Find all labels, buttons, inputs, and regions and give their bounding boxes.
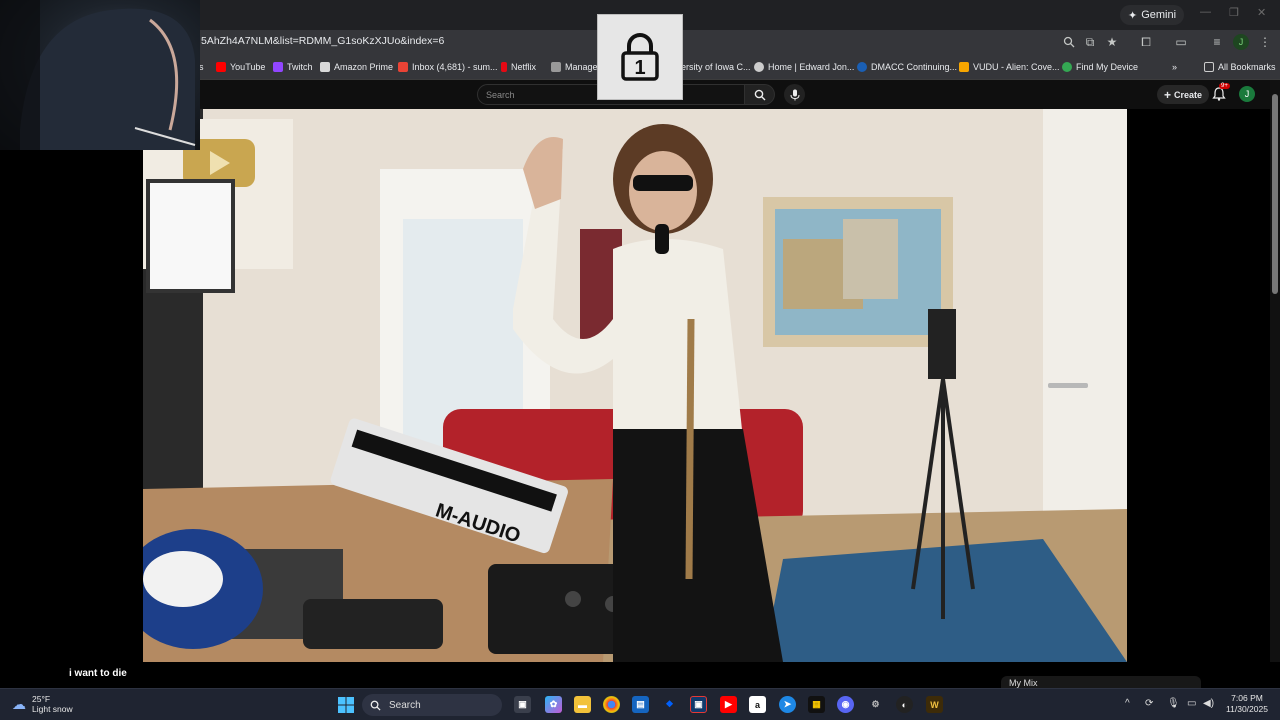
search-icon [370, 700, 381, 711]
file-explorer-icon[interactable]: ▬ [574, 696, 591, 713]
voice-search-button[interactable] [784, 84, 805, 105]
chrome-icon[interactable] [603, 696, 620, 713]
youtube-favicon-icon [216, 62, 226, 72]
store-icon[interactable]: ▤ [632, 696, 649, 713]
page-scrollbar[interactable] [1270, 80, 1280, 662]
lock-icon: 1 [621, 33, 659, 81]
amazon-favicon-icon [320, 62, 330, 72]
bookmark-vudu[interactable]: VUDU - Alien: Cove... [959, 59, 1060, 75]
scrollbar-thumb[interactable] [1272, 94, 1278, 294]
globe-icon [754, 62, 764, 72]
webcam-image [0, 0, 196, 151]
webcam-overlay [0, 0, 200, 151]
messenger-icon[interactable]: ➤ [779, 696, 796, 713]
dropbox-icon[interactable]: ❖ [661, 696, 678, 713]
bookmark-youtube[interactable]: YouTube [216, 59, 265, 75]
more-menu-icon[interactable]: ⋮ [1256, 33, 1274, 51]
tray-overflow-icon[interactable]: ^ [1125, 698, 1130, 709]
screen: ✦ Gemini — ❐ ✕ 5AhZh4A7NLM&list=RDMM_G1s… [0, 0, 1280, 720]
create-button[interactable]: + Create [1157, 85, 1210, 104]
microphone-icon [790, 89, 799, 100]
youtube-app-icon[interactable]: ▶ [720, 696, 737, 713]
volume-icon[interactable]: ◀) [1203, 698, 1214, 709]
my-mix-panel[interactable]: My Mix [1001, 676, 1201, 688]
vudu-favicon-icon [959, 62, 969, 72]
snow-cloud-icon: ☁ [12, 695, 26, 712]
bookmark-dmacc[interactable]: DMACC Continuing... [857, 59, 957, 75]
bookmark-edward-jones[interactable]: Home | Edward Jon... [754, 59, 854, 75]
video-caption: i want to die [69, 668, 127, 679]
cast-icon[interactable]: ⧉ [1081, 33, 1099, 51]
close-icon[interactable]: ✕ [1257, 6, 1266, 19]
microphone-icon[interactable]: 🎙 [1167, 698, 1180, 709]
app-icon[interactable]: ▣ [690, 696, 707, 713]
zoom-icon[interactable] [1060, 33, 1078, 51]
wow-icon[interactable]: W [926, 696, 943, 713]
taskbar-search[interactable]: Search [362, 694, 502, 716]
notification-badge: 9+ [1219, 83, 1230, 89]
network-icon[interactable]: ▭ [1187, 698, 1196, 709]
apple-favicon-icon [551, 62, 561, 72]
clock-date: 11/30/2025 [1226, 704, 1268, 714]
sparkle-icon: ✦ [1128, 9, 1138, 22]
bookmark-inbox[interactable]: Inbox (4,681) - sum... [398, 59, 498, 75]
bookmark-amazon-prime[interactable]: Amazon Prime [320, 59, 393, 75]
twitch-favicon-icon [273, 62, 283, 72]
gemini-label: Gemini [1141, 9, 1177, 21]
side-panel-icon[interactable]: ▭ [1172, 33, 1190, 51]
minimize-icon[interactable]: — [1200, 6, 1211, 18]
tray-sync-icon[interactable]: ⟳ [1145, 698, 1153, 709]
task-view-icon[interactable]: ▣ [514, 696, 531, 713]
google-favicon-icon [1062, 62, 1072, 72]
profile-avatar[interactable]: J [1233, 34, 1249, 50]
plus-icon: + [1164, 87, 1172, 102]
windows-taskbar: ☁ 25°F Light snow Search ▣ ✿ ▬ ▤ ❖ ▣ ▶ a… [0, 688, 1280, 720]
restore-icon[interactable]: ❐ [1229, 6, 1239, 19]
bookmark-twitch[interactable]: Twitch [273, 59, 313, 75]
netflix-favicon-icon [501, 62, 507, 72]
all-bookmarks-button[interactable]: All Bookmarks [1204, 59, 1276, 75]
extensions-icon[interactable]: ⧠ [1137, 33, 1155, 51]
address-bar[interactable]: 5AhZh4A7NLM&list=RDMM_G1soKzXJUo&index=6 [201, 35, 444, 47]
folder-icon [1204, 62, 1214, 72]
lock-overlay: 1 [597, 14, 683, 100]
windows-start-icon[interactable] [337, 696, 354, 713]
bookmark-netflix[interactable]: Netflix [501, 59, 536, 75]
bookmark-star-icon[interactable]: ★ [1103, 33, 1121, 51]
game-launcher-icon[interactable]: ▦ [808, 696, 825, 713]
dmacc-favicon-icon [857, 62, 867, 72]
taskbar-clock[interactable]: 7:06 PM 11/30/2025 [1222, 693, 1272, 715]
bookmarks-overflow-icon[interactable]: » [1172, 59, 1177, 75]
bookmark-find-my-device[interactable]: Find My Device [1062, 59, 1138, 75]
lock-number: 1 [634, 57, 645, 79]
bookmark-university-iowa[interactable]: ersity of Iowa C... [681, 59, 751, 75]
youtube-search-button[interactable] [745, 84, 775, 105]
steam-icon[interactable]: ◐ [896, 696, 913, 713]
video-scene-image: M-AUDIO [143, 109, 1127, 662]
media-controls-icon[interactable]: ≡ [1208, 33, 1226, 51]
gmail-favicon-icon [398, 62, 408, 72]
weather-widget[interactable]: ☁ 25°F Light snow [12, 694, 73, 714]
clock-time: 7:06 PM [1231, 693, 1263, 703]
amazon-icon[interactable]: a [749, 696, 766, 713]
settings-gear-icon[interactable]: ⚙ [867, 696, 884, 713]
weather-desc: Light snow [32, 704, 73, 714]
youtube-avatar[interactable]: J [1239, 86, 1255, 102]
video-frame[interactable]: M-AUDIO [143, 109, 1127, 662]
gemini-button[interactable]: ✦ Gemini [1120, 5, 1185, 25]
search-icon [754, 89, 765, 100]
weather-temp: 25°F [32, 694, 51, 704]
copilot-icon[interactable]: ✿ [545, 696, 562, 713]
video-player[interactable]: M-AUDIO [0, 109, 1270, 662]
discord-icon[interactable]: ◉ [837, 696, 854, 713]
